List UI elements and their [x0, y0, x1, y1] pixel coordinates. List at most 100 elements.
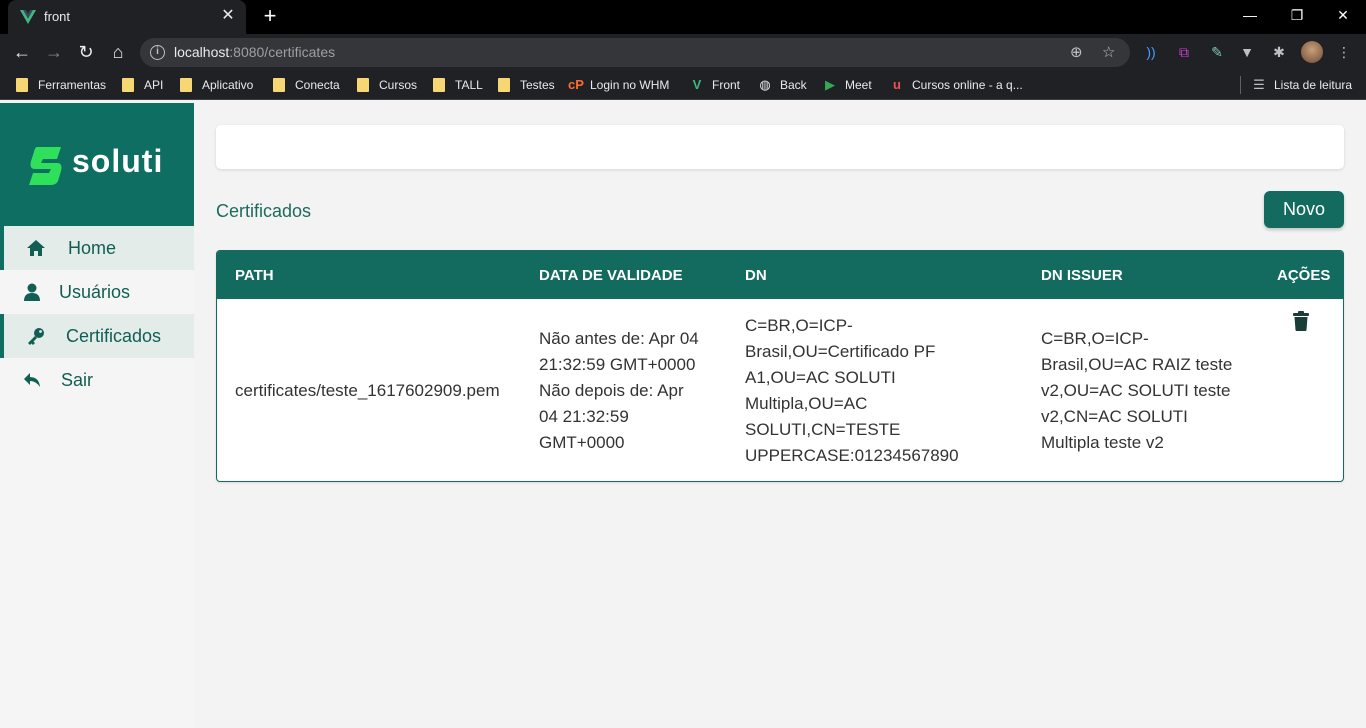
dn-issuer-line: Multipla teste v2 [1041, 433, 1164, 452]
bookmark-item[interactable]: V Front [690, 77, 740, 93]
sidebar-item-sair[interactable]: Sair [0, 358, 194, 402]
extensions-puzzle-icon[interactable]: ✱ [1270, 43, 1288, 61]
bookmark-item[interactable]: TALL [433, 77, 483, 93]
bookmark-item[interactable]: Ferramentas [16, 77, 106, 93]
bookmark-item[interactable]: ◍ Back [758, 77, 806, 93]
cell-dn-issuer: C=BR,O=ICP- Brasil,OU=AC RAIZ teste v2,O… [1041, 326, 1261, 456]
dn-line: Brasil,OU=Certificado PF [745, 342, 936, 361]
folder-icon [122, 78, 134, 92]
browser-tab[interactable]: front ✕ [8, 0, 246, 34]
bookmark-item[interactable]: Aplicativo [180, 77, 253, 93]
dn-issuer-line: Brasil,OU=AC RAIZ teste [1041, 355, 1233, 374]
logout-icon [22, 370, 42, 390]
folder-icon [180, 78, 192, 92]
bookmark-item[interactable]: API [122, 77, 163, 93]
restore-icon[interactable]: ❐ [1287, 7, 1307, 24]
sidebar-item-usuarios[interactable]: Usuários [0, 270, 194, 314]
brand-header: soluti [0, 103, 194, 226]
validity-line: 04 21:32:59 [539, 407, 629, 426]
vue-icon [20, 10, 36, 24]
cell-dn: C=BR,O=ICP- Brasil,OU=Certificado PF A1,… [745, 313, 1015, 469]
home-icon [26, 238, 46, 258]
wireless-extension-icon[interactable]: )) [1142, 43, 1160, 61]
new-certificate-button[interactable]: Novo [1264, 191, 1344, 228]
menu-kebab-icon[interactable]: ⋮ [1335, 43, 1353, 61]
back-arrow-icon[interactable]: ← [11, 41, 33, 63]
sidebar-item-label: Certificados [66, 325, 162, 346]
pen-extension-icon[interactable]: ✎ [1208, 43, 1226, 61]
address-bar[interactable]: i localhost:8080/certificates ⊕ ☆ [140, 38, 1130, 67]
sidebar-item-home[interactable]: Home [0, 226, 194, 270]
url-text[interactable]: localhost:8080/certificates [174, 44, 335, 60]
meet-icon: ▶ [825, 77, 835, 92]
home-browser-icon[interactable]: ⌂ [107, 41, 129, 63]
bookmark-item[interactable]: Cursos [357, 77, 417, 93]
browser-tabstrip: front ✕ + — ❐ ✕ [0, 0, 1366, 34]
cell-validity: Não antes de: Apr 04 21:32:59 GMT+0000 N… [539, 326, 729, 456]
globe-icon: ◍ [759, 77, 771, 92]
bookmarks-separator [1240, 76, 1241, 94]
column-header-dn: DN [745, 267, 767, 284]
brand-name: soluti [72, 143, 164, 179]
folder-icon [273, 78, 285, 92]
new-tab-button[interactable]: + [260, 5, 280, 27]
validity-line: GMT+0000 [539, 433, 625, 452]
cpanel-icon: cP [568, 77, 584, 92]
browser-toolbar: ← → ↻ ⌂ i localhost:8080/certificates ⊕ … [0, 34, 1366, 70]
sidebar-item-label: Sair [61, 369, 94, 390]
site-info-icon[interactable]: i [150, 45, 165, 60]
sidebar-item-label: Home [68, 237, 117, 258]
reading-list[interactable]: ☰ Lista de leitura [1252, 77, 1352, 93]
close-window-icon[interactable]: ✕ [1333, 7, 1353, 24]
dn-line: SOLUTI,CN=TESTE [745, 420, 901, 439]
top-card [216, 125, 1344, 169]
sidebar-item-label: Usuários [59, 281, 131, 302]
bookmark-item[interactable]: Testes [498, 77, 555, 93]
dn-line: A1,OU=AC SOLUTI [745, 368, 896, 387]
certificates-table: PATH DATA DE VALIDADE DN DN ISSUER AÇÕES… [216, 250, 1344, 482]
folder-icon [433, 78, 445, 92]
folder-icon [16, 78, 28, 92]
bookmark-star-icon[interactable]: ☆ [1102, 43, 1115, 61]
vue-icon: V [692, 77, 702, 92]
user-icon [22, 282, 42, 302]
column-header-path: PATH [235, 267, 274, 284]
profile-avatar[interactable] [1301, 41, 1323, 63]
reload-icon[interactable]: ↻ [75, 41, 97, 63]
page-title: Certificados [216, 201, 312, 221]
column-header-actions: AÇÕES [1277, 267, 1331, 284]
dn-line: Multipla,OU=AC [745, 394, 868, 413]
reading-list-icon: ☰ [1253, 77, 1265, 92]
dn-issuer-line: v2,OU=AC SOLUTI teste [1041, 381, 1231, 400]
cell-path: certificates/teste_1617602909.pem [235, 381, 500, 400]
tab-title: front [44, 9, 71, 24]
vue-devtools-icon[interactable]: ▼ [1238, 43, 1256, 61]
purple-extension-icon[interactable]: ⧉ [1175, 43, 1193, 61]
validity-line: 21:32:59 GMT+0000 [539, 355, 696, 374]
udemy-icon: u [893, 77, 901, 92]
bookmark-item[interactable]: u Cursos online - a q... [890, 77, 1023, 93]
trash-icon[interactable] [1292, 311, 1310, 331]
column-header-dn-issuer: DN ISSUER [1041, 267, 1123, 284]
close-tab-icon[interactable]: ✕ [220, 8, 236, 24]
soluti-logo-icon [29, 147, 62, 185]
dn-line: C=BR,O=ICP- [745, 316, 853, 335]
column-header-validity: DATA DE VALIDADE [539, 267, 683, 284]
bookmark-item[interactable]: Conecta [273, 77, 340, 93]
sidebar-item-certificados[interactable]: Certificados [0, 314, 194, 358]
forward-arrow-icon[interactable]: → [43, 41, 65, 63]
zoom-icon[interactable]: ⊕ [1070, 43, 1083, 61]
folder-icon [357, 78, 369, 92]
folder-icon [498, 78, 510, 92]
dn-issuer-line: C=BR,O=ICP- [1041, 329, 1149, 348]
minimize-icon[interactable]: — [1240, 7, 1260, 23]
validity-line: Não antes de: Apr 04 [539, 329, 699, 348]
bookmark-item[interactable]: cP Login no WHM [568, 77, 669, 93]
dn-line: UPPERCASE:01234567890 [745, 446, 959, 465]
bookmark-item[interactable]: ▶ Meet [823, 77, 872, 93]
key-icon [26, 326, 46, 346]
sidebar: soluti Home Usuários Certificados Sair [0, 103, 194, 728]
bookmarks-bar: Ferramentas API Aplicativo Conecta Curso… [0, 70, 1366, 100]
main-content: Certificados Novo PATH DATA DE VALIDADE … [194, 103, 1366, 728]
dn-issuer-line: v2,CN=AC SOLUTI [1041, 407, 1188, 426]
